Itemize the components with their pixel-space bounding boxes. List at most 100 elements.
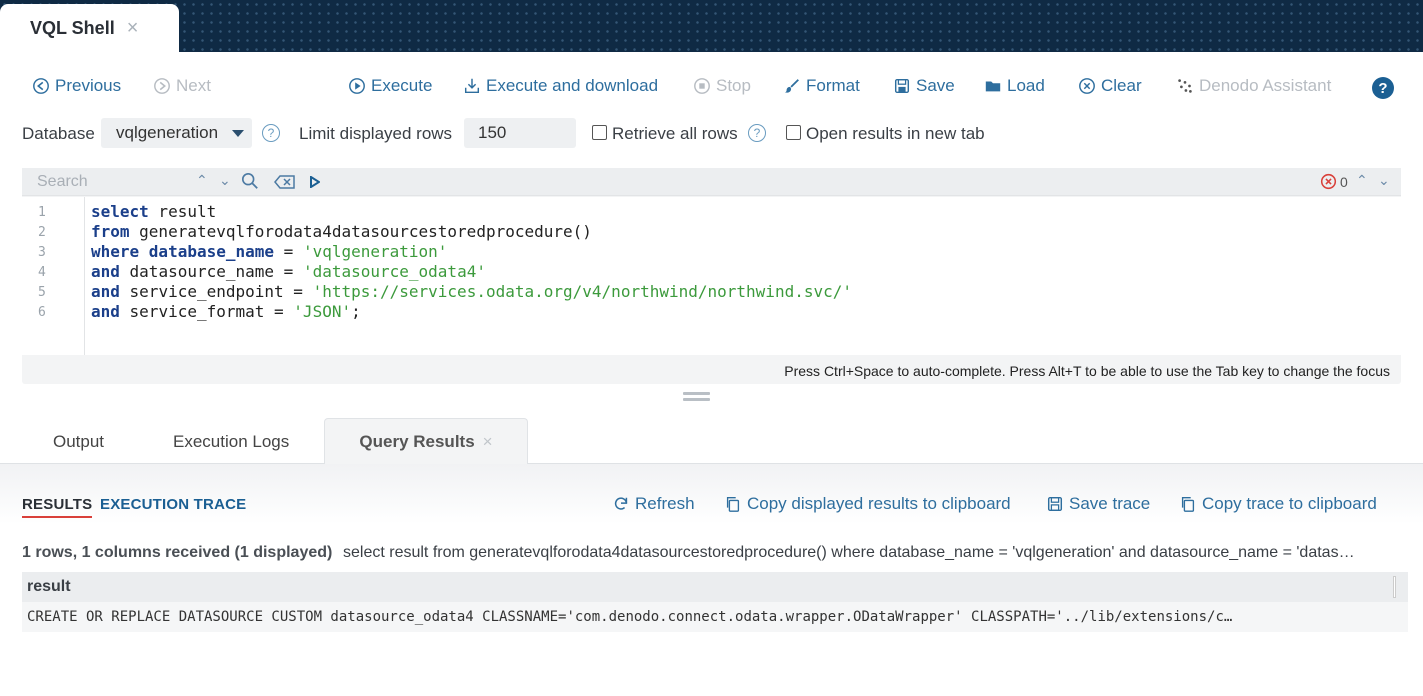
tab-execution-logs[interactable]: Execution Logs [173, 432, 289, 452]
arrow-left-circle-icon [33, 78, 49, 94]
folder-icon [985, 81, 1001, 92]
line-number: 2 [38, 225, 46, 240]
chevron-down-icon[interactable]: ⌄ [219, 172, 231, 189]
results-column-header[interactable]: result [22, 572, 1408, 602]
execute-button[interactable]: Execute [348, 76, 432, 96]
retrieve-all-checkbox[interactable] [592, 125, 607, 140]
tab-execution-trace[interactable]: EXECUTION TRACE [100, 496, 246, 513]
previous-label: Previous [55, 76, 122, 95]
x-circle-icon [1079, 78, 1095, 94]
help-button[interactable]: ? [1372, 77, 1394, 99]
denodo-assistant-button[interactable]: Denodo Assistant [1176, 76, 1331, 96]
floppy-icon [894, 78, 910, 94]
copy-icon [1181, 497, 1195, 512]
next-label: Next [176, 76, 211, 95]
stop-button[interactable]: Stop [693, 76, 751, 96]
code-line: and service_format = 'JSON'; [91, 302, 361, 321]
execute-label: Execute [371, 76, 433, 95]
sparkle-dots-icon [1178, 79, 1192, 93]
save-trace-label: Save trace [1069, 494, 1151, 513]
tab-title: VQL Shell [30, 17, 115, 38]
database-select-value: vqlgeneration [116, 123, 219, 142]
database-help-icon[interactable]: ? [262, 124, 280, 142]
search-icon[interactable] [241, 172, 259, 190]
load-button[interactable]: Load [984, 76, 1045, 96]
close-icon[interactable]: × [127, 17, 139, 40]
toolbar: Previous Next Execute Execute and downlo… [0, 76, 1423, 100]
save-button[interactable]: Save [893, 76, 955, 96]
refresh-button[interactable]: Refresh [612, 494, 695, 514]
executed-query: select result from generatevqlforodata4d… [343, 544, 1363, 561]
code-line: select result [91, 202, 217, 221]
copy-results-button[interactable]: Copy displayed results to clipboard [724, 494, 1011, 514]
line-gutter: 1 2 3 4 5 6 [22, 197, 85, 355]
copy-icon [726, 497, 740, 512]
code-line: from generatevqlforodata4datasourcestore… [91, 222, 592, 241]
format-button[interactable]: Format [783, 76, 860, 96]
arrow-right-circle-icon [154, 78, 170, 94]
tab-query-results[interactable]: Query Results × [324, 418, 528, 465]
refresh-label: Refresh [635, 494, 695, 513]
caret-down-icon [232, 130, 244, 137]
line-number: 4 [38, 265, 46, 280]
code-area[interactable]: 1 2 3 4 5 6 select result from generatev… [22, 197, 1401, 355]
tab-results[interactable]: RESULTS [22, 496, 93, 518]
database-select[interactable]: vqlgeneration [101, 118, 252, 148]
results-panel: RESULTS EXECUTION TRACE Refresh Copy dis… [0, 464, 1423, 696]
editor-hint: Press Ctrl+Space to auto-complete. Press… [784, 363, 1390, 379]
query-results-label: Query Results [359, 432, 475, 451]
floppy-icon [1047, 496, 1063, 512]
brush-icon [784, 79, 799, 93]
line-number: 1 [38, 205, 46, 220]
stop-label: Stop [716, 76, 751, 95]
previous-button[interactable]: Previous [32, 76, 121, 96]
copy-trace-label: Copy trace to clipboard [1202, 494, 1377, 513]
resize-handle[interactable] [683, 392, 710, 404]
download-icon [464, 78, 480, 94]
line-number: 5 [38, 285, 46, 300]
copy-results-label: Copy displayed results to clipboard [747, 494, 1011, 513]
save-label: Save [916, 76, 955, 95]
retrieve-all-label: Retrieve all rows [612, 124, 738, 143]
assistant-label: Denodo Assistant [1199, 76, 1332, 95]
next-button[interactable]: Next [153, 76, 211, 96]
play-small-icon[interactable] [310, 176, 320, 188]
table-cell[interactable]: CREATE OR REPLACE DATASOURCE CUSTOM data… [22, 602, 1408, 632]
open-new-tab-checkbox[interactable] [786, 125, 801, 140]
clear-search-icon[interactable] [274, 174, 296, 190]
line-number: 6 [38, 305, 46, 320]
error-icon [1320, 173, 1337, 190]
code-line: and datasource_name = 'datasource_odata4… [91, 262, 486, 281]
code-line: and service_endpoint = 'https://services… [91, 282, 852, 301]
limit-rows-input[interactable] [464, 118, 576, 148]
column-resize-handle[interactable] [1393, 576, 1396, 598]
column-header-label: result [27, 578, 71, 595]
bottom-tabs: Output Execution Logs Query Results × [0, 418, 1423, 465]
load-label: Load [1007, 76, 1045, 95]
database-label: Database [22, 124, 95, 143]
execute-download-button[interactable]: Execute and download [463, 76, 658, 96]
error-next-icon[interactable]: ⌄ [1378, 172, 1390, 189]
error-prev-icon[interactable]: ⌃ [1356, 172, 1368, 189]
retrieve-all-help-icon[interactable]: ? [748, 124, 766, 142]
clear-button[interactable]: Clear [1078, 76, 1142, 96]
chevron-up-icon[interactable]: ⌃ [196, 172, 208, 189]
code-line: where database_name = 'vqlgeneration' [91, 242, 448, 261]
top-bar [0, 0, 1423, 52]
error-count: 0 [1340, 174, 1348, 190]
vql-editor[interactable]: Search ⌃ ⌄ 0 ⌃ ⌄ 1 2 3 4 5 6 select resu… [22, 168, 1401, 384]
save-trace-button[interactable]: Save trace [1046, 494, 1150, 514]
clear-label: Clear [1101, 76, 1142, 95]
refresh-icon [614, 497, 628, 510]
close-icon[interactable]: × [483, 432, 493, 452]
execute-download-label: Execute and download [486, 76, 659, 95]
search-input[interactable]: Search [37, 173, 88, 191]
stop-circle-icon [694, 78, 710, 94]
format-label: Format [806, 76, 860, 95]
play-circle-icon [349, 78, 365, 94]
open-new-tab-label: Open results in new tab [806, 124, 985, 143]
tab-vql-shell[interactable]: VQL Shell × [0, 4, 179, 52]
tab-output[interactable]: Output [53, 432, 104, 452]
copy-trace-button[interactable]: Copy trace to clipboard [1179, 494, 1377, 514]
limit-rows-label: Limit displayed rows [299, 124, 453, 143]
